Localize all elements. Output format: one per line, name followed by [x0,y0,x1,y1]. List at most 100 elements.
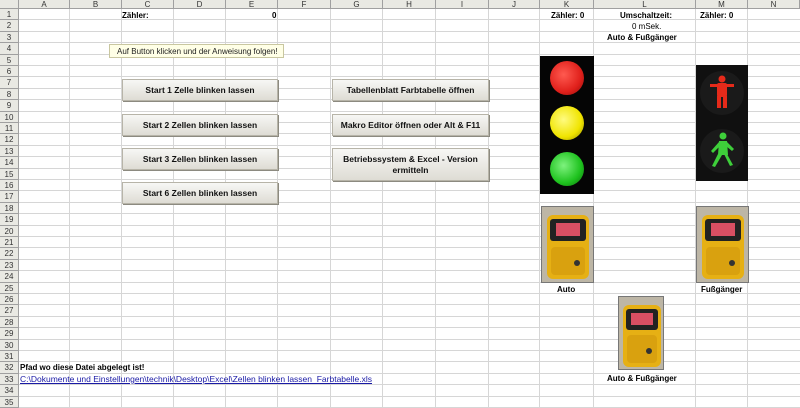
row-header-22[interactable]: 22 [0,248,19,260]
row-gridline [19,327,800,329]
file-path-link[interactable]: C:\Dokumente und Einstellungen\technik\D… [20,374,372,384]
start-2-cells-button[interactable]: Start 2 Zellen blinken lassen [122,114,278,136]
row-gridline [19,247,800,249]
k-zaehler: Zähler: 0 [551,11,585,20]
umschaltzeit-value: 0 mSek. [632,22,662,31]
open-macro-editor-button[interactable]: Makro Editor öffnen oder Alt & F11 [332,114,489,136]
column-header-d[interactable]: D [174,0,226,9]
umschaltzeit-label: Umschaltzeit: [620,11,673,20]
yellow-lamp [550,106,584,140]
row-header-25[interactable]: 25 [0,282,19,294]
row-header-21[interactable]: 21 [0,237,19,249]
row-gridline [19,384,800,386]
spreadsheet-grid[interactable] [0,0,800,408]
row-header-1[interactable]: 1 [0,9,19,21]
row-gridline [19,213,800,215]
row-header-35[interactable]: 35 [0,396,19,408]
zaehler-value: 0 [272,11,277,20]
row-header-17[interactable]: 17 [0,191,19,203]
column-header-b[interactable]: B [70,0,122,9]
start-3-cells-button[interactable]: Start 3 Zellen blinken lassen [122,148,278,170]
row-header-15[interactable]: 15 [0,168,19,180]
row-gridline [19,258,800,260]
select-all-corner[interactable] [0,0,19,9]
column-gridline [382,9,383,408]
row-header-27[interactable]: 27 [0,305,19,317]
row-gridline [19,281,800,283]
row-gridline [19,293,800,294]
row-gridline [19,76,800,78]
row-header-4[interactable]: 4 [0,43,19,55]
start-6-cells-button[interactable]: Start 6 Zellen blinken lassen [122,182,278,204]
column-gridline [488,9,489,408]
start-1-cell-button[interactable]: Start 1 Zelle blinken lassen [122,79,278,101]
row-header-13[interactable]: 13 [0,145,19,158]
column-header-n[interactable]: N [748,0,800,9]
row-header-16[interactable]: 16 [0,180,19,192]
row-header-7[interactable]: 7 [0,77,19,89]
row-header-5[interactable]: 5 [0,54,19,66]
row-gridline [19,144,800,146]
row-header-24[interactable]: 24 [0,271,19,283]
red-lamp [550,61,584,95]
row-header-6[interactable]: 6 [0,66,19,78]
pedestrian-push-button-icon[interactable] [618,296,664,370]
zaehler-label: Zähler: [122,11,149,20]
column-header-g[interactable]: G [331,0,383,9]
row-header-9[interactable]: 9 [0,100,19,112]
row-header-34[interactable]: 34 [0,385,19,397]
column-header-l[interactable]: L [594,0,696,9]
column-gridline [121,9,122,408]
row-header-28[interactable]: 28 [0,316,19,329]
column-header-f[interactable]: F [278,0,331,9]
row-gridline [19,236,800,237]
column-header-k[interactable]: K [540,0,594,9]
column-gridline [173,9,174,408]
green-lamp [550,152,584,186]
auto-label: Auto [557,285,576,294]
column-header-a[interactable]: A [19,0,70,9]
row-gridline [19,304,800,306]
row-header-12[interactable]: 12 [0,134,19,146]
pedestrian-push-button-icon[interactable] [696,206,749,283]
open-farbtabelle-button[interactable]: Tabellenblatt Farbtabelle öffnen [332,79,489,101]
column-header-m[interactable]: M [696,0,748,9]
row-gridline [19,30,800,32]
column-gridline [435,9,436,408]
row-header-19[interactable]: 19 [0,214,19,226]
column-gridline [225,9,226,408]
row-header-32[interactable]: 32 [0,362,19,374]
row-header-30[interactable]: 30 [0,339,19,351]
column-gridline [330,9,331,408]
row-header-2[interactable]: 2 [0,20,19,32]
row-header-29[interactable]: 29 [0,328,19,340]
row-gridline [19,65,800,66]
row-header-14[interactable]: 14 [0,157,19,169]
row-header-8[interactable]: 8 [0,88,19,101]
row-header-10[interactable]: 10 [0,111,19,123]
pedestrian-push-button-icon[interactable] [541,206,594,283]
row-header-23[interactable]: 23 [0,259,19,272]
m-zaehler: Zähler: 0 [700,11,734,20]
column-header-j[interactable]: J [489,0,540,9]
row-header-11[interactable]: 11 [0,123,19,135]
row-header-20[interactable]: 20 [0,225,19,237]
detect-version-button[interactable]: Betriebssystem & Excel - Version ermitte… [332,148,489,181]
row-gridline [19,350,800,351]
instruction-note: Auf Button klicken und der Anweisung fol… [109,44,284,58]
column-header-c[interactable]: C [122,0,174,9]
pfad-label: Pfad wo diese Datei abgelegt ist! [20,363,145,372]
row-header-26[interactable]: 26 [0,294,19,306]
row-header-3[interactable]: 3 [0,31,19,44]
row-header-33[interactable]: 33 [0,373,19,386]
row-header-18[interactable]: 18 [0,202,19,215]
column-header-e[interactable]: E [226,0,278,9]
traffic-light-icon [540,56,594,194]
row-gridline [19,224,800,226]
column-header-h[interactable]: H [383,0,436,9]
row-gridline [19,110,800,112]
auto-fussgaenger-bottom: Auto & Fußgänger [607,374,677,383]
row-header-31[interactable]: 31 [0,351,19,363]
column-gridline [277,9,278,408]
column-header-i[interactable]: I [436,0,489,9]
